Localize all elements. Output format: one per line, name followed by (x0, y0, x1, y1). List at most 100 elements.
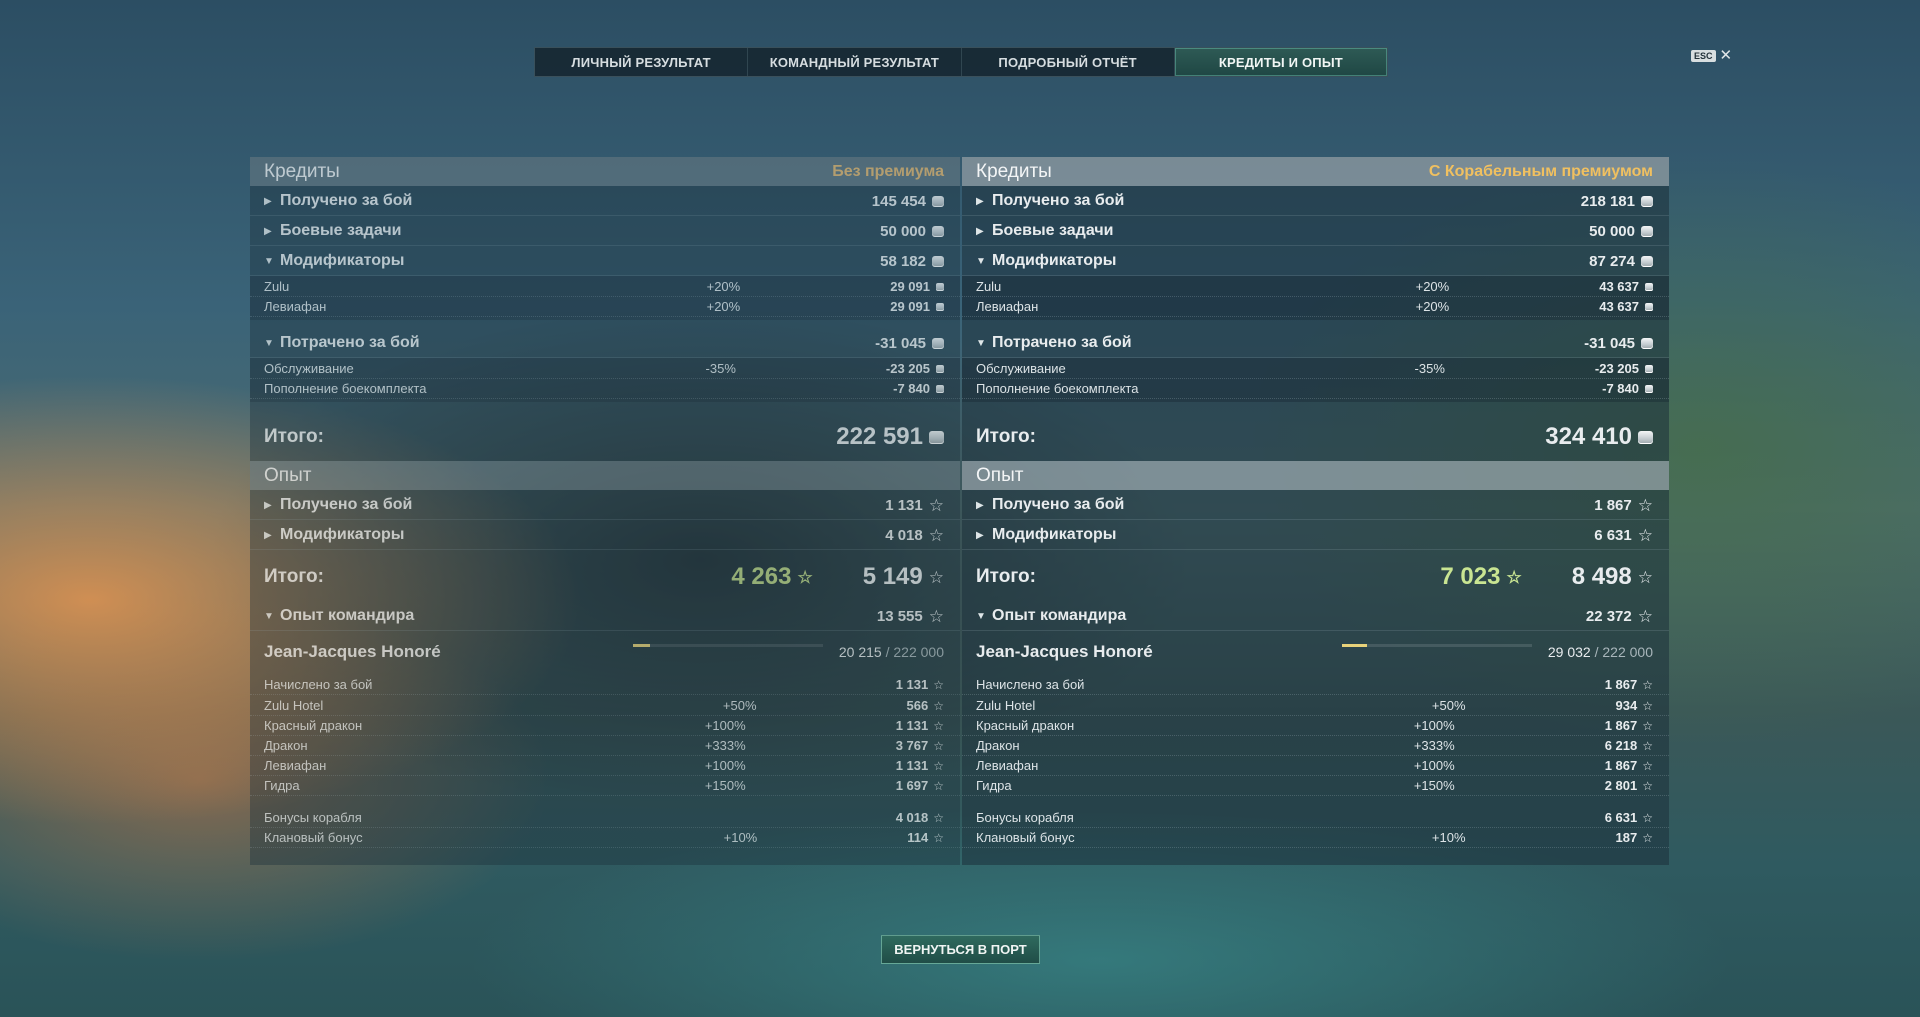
star-icon: ☆ (1642, 830, 1653, 845)
exp-earned-row[interactable]: ▶ Получено за бой 1 867 ☆ (962, 491, 1669, 520)
chevron-down-icon: ▼ (264, 255, 274, 267)
detail-percent: +100% (1413, 718, 1455, 733)
credit-icon (932, 255, 944, 267)
credits-header: Кредиты С Корабельным премиумом (962, 157, 1669, 186)
detail-label: Левиафан (264, 299, 327, 314)
chevron-down-icon: ▼ (976, 255, 986, 267)
credit-icon (1645, 364, 1653, 373)
star-icon: ☆ (1642, 738, 1653, 753)
detail-percent: +50% (722, 698, 757, 713)
detail-value: 1 867 (1604, 677, 1638, 692)
star-icon: ☆ (1637, 567, 1653, 587)
spent-row[interactable]: ▼ Потрачено за бой -31 045 (250, 329, 960, 358)
experience-header: Опыт (962, 461, 1669, 490)
back-to-port-button[interactable]: ВЕРНУТЬСЯ В ПОРТ (881, 935, 1040, 964)
detail-value: -7 840 (893, 381, 930, 396)
detail-value: 566 (906, 698, 929, 713)
credit-icon (1645, 384, 1653, 393)
row-label: Боевые задачи (280, 222, 402, 239)
star-icon: ☆ (1642, 718, 1653, 733)
row-label: Модификаторы (280, 252, 405, 269)
detail-row: Дракон +333% 3 767 ☆ (250, 736, 960, 756)
premium-badge: С Корабельным премиумом (1428, 162, 1653, 180)
star-icon: ☆ (928, 606, 944, 626)
detail-row: Обслуживание -35% -23 205 (250, 359, 960, 379)
row-value: 1 867 (1594, 496, 1632, 514)
star-icon: ☆ (1642, 677, 1653, 692)
detail-label: Обслуживание (264, 361, 354, 376)
exp-mod-row[interactable]: ▶ Модификаторы 6 631 ☆ (962, 521, 1669, 550)
detail-label: Гидра (264, 778, 300, 793)
missions-row[interactable]: ▶ Боевые задачи 50 000 (250, 217, 960, 246)
credit-icon (1641, 195, 1653, 207)
detail-label: Zulu (976, 279, 1002, 294)
row-value: -31 045 (1584, 334, 1635, 352)
detail-percent: +150% (704, 778, 746, 793)
tab-detailed-report[interactable]: ПОДРОБНЫЙ ОТЧЁТ (962, 48, 1175, 76)
star-icon: ☆ (928, 567, 944, 587)
star-icon: ☆ (933, 778, 944, 793)
exp-earned-row[interactable]: ▶ Получено за бой 1 131 ☆ (250, 491, 960, 520)
cmd-row[interactable]: ▼ Опыт командира 22 372 ☆ (962, 602, 1669, 631)
row-value: 145 454 (871, 192, 926, 210)
star-icon: ☆ (933, 830, 944, 845)
commander-name: Jean-Jacques Honoré (976, 642, 1153, 661)
tab-credits-experience[interactable]: КРЕДИТЫ И ОПЫТ (1174, 48, 1387, 76)
missions-row[interactable]: ▶ Боевые задачи 50 000 (962, 217, 1669, 246)
star-icon: ☆ (933, 718, 944, 733)
detail-label: Левиафан (264, 758, 327, 773)
chevron-down-icon: ▼ (976, 337, 986, 349)
row-value: -31 045 (875, 334, 926, 352)
detail-percent: +10% (723, 830, 758, 845)
row-label: Потрачено за бой (992, 334, 1132, 351)
detail-label: Пополнение боекомплекта (976, 381, 1139, 396)
detail-label: Клановый бонус (976, 830, 1075, 845)
modifiers-row[interactable]: ▼ Модификаторы 58 182 (250, 247, 960, 276)
detail-percent: +20% (706, 299, 741, 314)
credit-icon (1641, 255, 1653, 267)
row-value: 1 131 (885, 496, 923, 514)
spent-row[interactable]: ▼ Потрачено за бой -31 045 (962, 329, 1669, 358)
detail-label: Начислено за бой (264, 677, 373, 692)
detail-value: 43 637 (1599, 299, 1639, 314)
detail-value: -7 840 (1602, 381, 1639, 396)
detail-percent: +20% (706, 279, 741, 294)
star-icon: ☆ (1506, 568, 1522, 588)
row-label: Потрачено за бой (280, 334, 420, 351)
detail-value: 1 697 (895, 778, 929, 793)
earned-row[interactable]: ▶ Получено за бой 218 181 (962, 187, 1669, 216)
detail-percent: -35% (705, 361, 736, 376)
close-button[interactable]: ESC ✕ (1691, 47, 1733, 64)
detail-value: 4 018 (895, 810, 929, 825)
credit-icon (1638, 430, 1653, 444)
commander-row: Jean-Jacques Honoré 29 032 / 222 000 (962, 633, 1669, 671)
earned-row[interactable]: ▶ Получено за бой 145 454 (250, 187, 960, 216)
detail-label: Клановый бонус (264, 830, 363, 845)
detail-value: 43 637 (1599, 279, 1639, 294)
credit-icon (1645, 302, 1653, 311)
experience-header: Опыт (250, 461, 960, 490)
detail-row: Начислено за бой 1 131 ☆ (250, 675, 960, 695)
credit-icon (936, 302, 944, 311)
commander-progress-text: 29 032 / 222 000 (1547, 644, 1653, 660)
cmd-row[interactable]: ▼ Опыт командира 13 555 ☆ (250, 602, 960, 631)
detail-value: 1 867 (1604, 718, 1638, 733)
commander-row: Jean-Jacques Honoré 20 215 / 222 000 (250, 633, 960, 671)
row-value: 87 274 (1589, 252, 1635, 270)
star-icon: ☆ (1642, 778, 1653, 793)
row-label: Опыт командира (280, 607, 415, 624)
detail-value: 6 631 (1604, 810, 1638, 825)
detail-row: Начислено за бой 1 867 ☆ (962, 675, 1669, 695)
row-label: Получено за бой (992, 192, 1125, 209)
tab-personal-result[interactable]: ЛИЧНЫЙ РЕЗУЛЬТАТ (535, 48, 749, 76)
exp-mod-row[interactable]: ▶ Модификаторы 4 018 ☆ (250, 521, 960, 550)
detail-percent: +150% (1413, 778, 1455, 793)
detail-row: Zulu +20% 29 091 (250, 277, 960, 297)
tab-team-result[interactable]: КОМАНДНЫЙ РЕЗУЛЬТАТ (748, 48, 962, 76)
modifiers-row[interactable]: ▼ Модификаторы 87 274 (962, 247, 1669, 276)
chevron-right-icon: ▶ (264, 225, 272, 237)
star-icon: ☆ (797, 568, 813, 588)
row-label: Получено за бой (280, 496, 413, 513)
star-icon: ☆ (933, 758, 944, 773)
close-icon: ✕ (1719, 47, 1733, 64)
